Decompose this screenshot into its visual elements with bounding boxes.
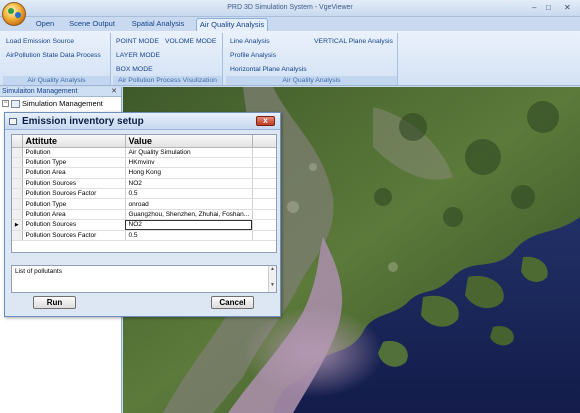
- cancel-button[interactable]: Cancel: [211, 296, 254, 309]
- close-button[interactable]: ✕: [564, 3, 571, 12]
- app-menu-button[interactable]: [2, 2, 26, 26]
- dialog-close-button[interactable]: x: [256, 116, 275, 126]
- column-header-filler: [252, 135, 276, 148]
- tree-item-simulation-management[interactable]: − Simulation Management: [0, 97, 121, 110]
- profile-analysis-button[interactable]: Profile Analysis: [230, 52, 276, 59]
- table-row[interactable]: Pollution Sources Factor 0.5: [12, 230, 276, 242]
- column-header-value[interactable]: Value: [125, 135, 253, 148]
- current-row-arrow-icon: ▶: [12, 219, 23, 231]
- ribbon-group-label: Air Pollution Process Visulization: [113, 76, 222, 85]
- value-cell[interactable]: NO2: [125, 178, 253, 190]
- attribute-grid[interactable]: Attitute Value Pollution Air Quality Simu…: [11, 134, 277, 253]
- ribbon: Load Emission Source AirPollution State …: [0, 31, 580, 86]
- dialog-title-bar[interactable]: Emission inventory setup x: [5, 113, 280, 130]
- load-emission-source-button[interactable]: Load Emission Source: [6, 38, 74, 45]
- tab-spatial-analysis[interactable]: Spatial Analysis: [128, 18, 188, 31]
- value-cell[interactable]: Guangzhou, Shenzhen, Zhuhai, Foshan...: [125, 209, 253, 221]
- dialog-title: Emission inventory setup: [22, 116, 144, 127]
- horizontal-plane-analysis-button[interactable]: Horizontal Plane Analysis: [230, 66, 307, 73]
- attribute-cell[interactable]: Pollution Area: [22, 167, 126, 179]
- tab-open[interactable]: Open: [30, 18, 60, 31]
- attribute-cell[interactable]: Pollution Sources Factor: [22, 188, 126, 200]
- attribute-cell[interactable]: Pollution Type: [22, 198, 126, 210]
- attribute-cell[interactable]: Pollution: [22, 147, 126, 158]
- attribute-cell[interactable]: Pollution Sources: [22, 178, 126, 190]
- table-row-current[interactable]: ▶ Pollution Sources NO2: [12, 219, 276, 231]
- attribute-cell[interactable]: Pollution Sources: [22, 219, 126, 231]
- minimize-button[interactable]: –: [532, 3, 536, 12]
- line-analysis-button[interactable]: Line Analysis: [230, 38, 270, 45]
- tree-item-label: Simulation Management: [22, 99, 103, 108]
- point-mode-button[interactable]: POINT MODE: [116, 38, 159, 45]
- title-bar: PRD 3D Simulation System - VgeViewer – □…: [0, 0, 580, 26]
- logo-icon: [8, 8, 14, 14]
- ribbon-group-analysis: Line Analysis VERTICAL Plane Analysis Pr…: [226, 33, 398, 85]
- table-row[interactable]: Pollution Air Quality Simulation: [12, 147, 276, 158]
- ribbon-group-label: Air Quality Analysis: [226, 76, 397, 85]
- box-mode-button[interactable]: BOX MODE: [116, 66, 153, 73]
- tab-scene-output[interactable]: Scene Output: [66, 18, 118, 31]
- description-scrollbar[interactable]: ▲ ▼: [268, 266, 276, 292]
- folder-icon: [11, 99, 20, 108]
- run-button[interactable]: Run: [33, 296, 76, 309]
- attribute-cell[interactable]: Pollution Area: [22, 209, 126, 221]
- value-cell[interactable]: Air Quality Simulation: [125, 147, 253, 158]
- table-row[interactable]: Pollution Type onroad: [12, 198, 276, 210]
- layer-mode-button[interactable]: LAYER MODE: [116, 52, 160, 59]
- attribute-cell[interactable]: Pollution Sources Factor: [22, 230, 126, 242]
- tab-air-quality-analysis[interactable]: Air Quality Analysis: [196, 18, 268, 31]
- attribute-cell[interactable]: Pollution Type: [22, 157, 126, 169]
- table-row[interactable]: Pollution Type HKmvinv: [12, 157, 276, 169]
- table-row[interactable]: Pollution Area Hong Kong: [12, 167, 276, 179]
- scroll-up-icon[interactable]: ▲: [269, 266, 276, 272]
- row-header-corner: [12, 135, 23, 148]
- panel-header: Simulaiton Management ✕: [0, 87, 121, 97]
- column-header-attitute[interactable]: Attitute: [22, 135, 126, 148]
- ribbon-group-air-quality: Load Emission Source AirPollution State …: [3, 33, 111, 85]
- description-box[interactable]: List of pollutants ▲ ▼: [11, 265, 277, 293]
- table-row[interactable]: Pollution Sources Factor 0.5: [12, 188, 276, 200]
- volume-mode-button[interactable]: VOLOME MODE: [165, 38, 216, 45]
- ribbon-group-visualization: POINT MODE VOLOME MODE LAYER MODE BOX MO…: [113, 33, 223, 85]
- value-cell[interactable]: 0.5: [125, 188, 253, 200]
- value-cell[interactable]: HKmvinv: [125, 157, 253, 169]
- value-cell[interactable]: onroad: [125, 198, 253, 210]
- window-title: PRD 3D Simulation System - VgeViewer: [227, 4, 353, 11]
- ribbon-tabs: Open Scene Output Spatial Analysis Air Q…: [0, 17, 580, 31]
- airpollution-state-data-process-button[interactable]: AirPollution State Data Process: [6, 52, 101, 59]
- panel-title: Simulaiton Management: [2, 88, 78, 95]
- table-row[interactable]: Pollution Sources NO2: [12, 178, 276, 190]
- maximize-button[interactable]: □: [546, 3, 551, 12]
- value-cell[interactable]: 0.5: [125, 230, 253, 242]
- vertical-plane-analysis-button[interactable]: VERTICAL Plane Analysis: [314, 38, 393, 45]
- value-cell[interactable]: Hong Kong: [125, 167, 253, 179]
- table-row[interactable]: Pollution Area Guangzhou, Shenzhen, Zhuha…: [12, 209, 276, 221]
- window-icon: [9, 118, 17, 125]
- ribbon-group-label: Air Quality Analysis: [3, 76, 110, 85]
- value-cell-editor[interactable]: NO2: [125, 219, 253, 231]
- collapse-icon[interactable]: −: [2, 100, 9, 107]
- emission-inventory-dialog: Emission inventory setup x Attitute Valu…: [4, 112, 281, 317]
- scroll-down-icon[interactable]: ▼: [269, 282, 276, 288]
- panel-close-icon[interactable]: ✕: [111, 87, 117, 97]
- description-text: List of pollutants: [15, 268, 62, 275]
